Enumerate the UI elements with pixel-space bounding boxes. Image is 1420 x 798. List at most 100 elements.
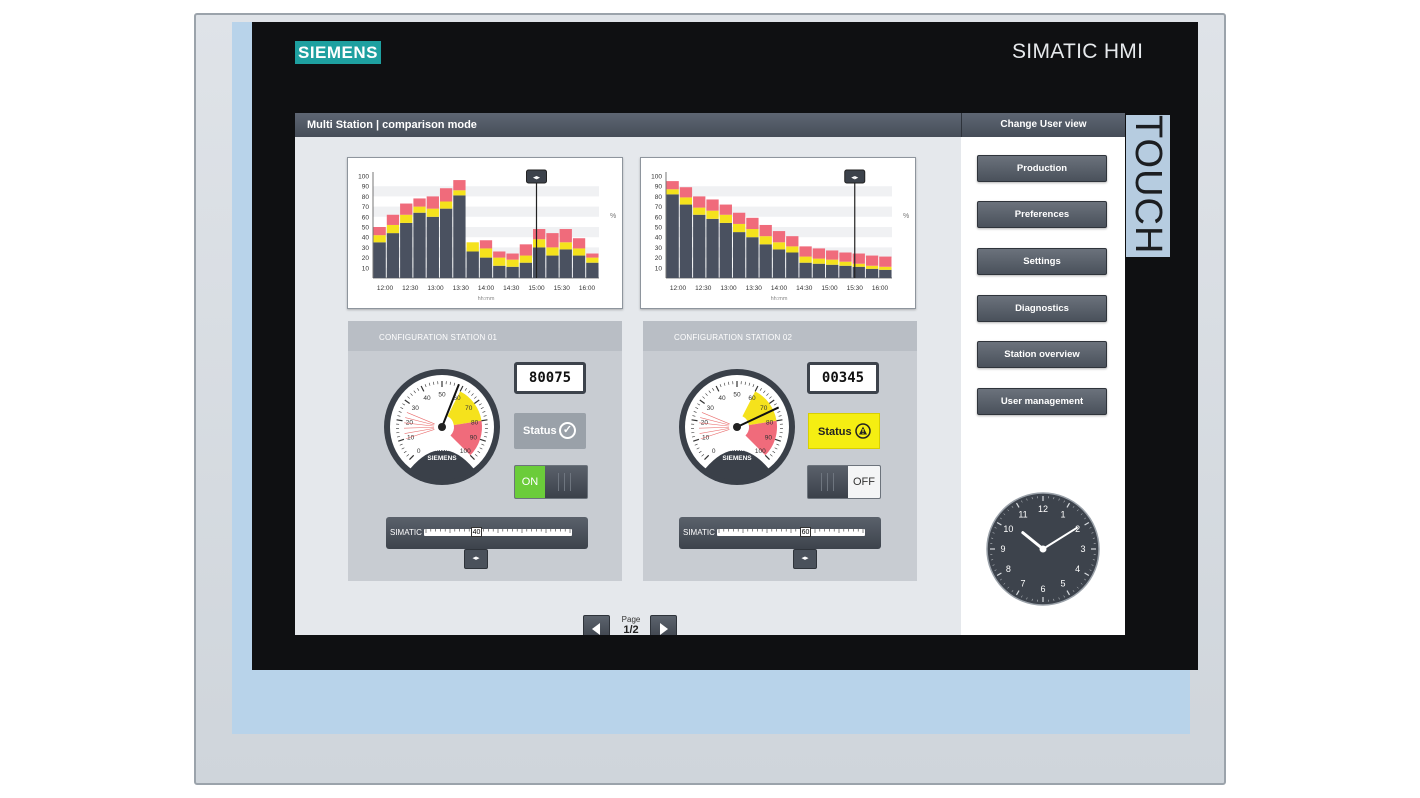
gauge-label: 100 xyxy=(460,448,471,455)
title-bar: Multi Station | comparison mode Change U… xyxy=(295,113,1125,137)
chart-bar xyxy=(533,229,546,240)
chart-station-01[interactable]: 100 90 80 70 60 50 40 30 20 10% 12:00 12:30 13:00 13:… xyxy=(347,157,623,309)
chart-bar xyxy=(719,204,732,215)
slider-track[interactable] xyxy=(717,529,865,536)
x-tick-label: 12:30 xyxy=(402,285,419,292)
chart-bar xyxy=(559,242,572,250)
chart-bar xyxy=(373,227,386,236)
gauge-label: 60 xyxy=(748,395,756,402)
clock-number: 3 xyxy=(1080,544,1085,554)
navigation-panel: Production Preferences Settings Diagnost… xyxy=(961,137,1125,635)
x-tick-label: 15:30 xyxy=(554,285,571,292)
nav-user-management-button[interactable]: User management xyxy=(977,388,1107,415)
on-off-toggle[interactable]: ON xyxy=(514,465,588,499)
page-number: 1/2 xyxy=(623,624,639,635)
on-off-toggle[interactable]: OFF xyxy=(807,465,881,499)
nav-station-overview-button[interactable]: Station overview xyxy=(977,341,1107,368)
station-panel-02: CONFIGURATION STATION 02 0 10 20 30 40 50 60 70… xyxy=(643,321,917,581)
slider-ticks xyxy=(718,529,864,533)
chart-bar xyxy=(519,244,533,256)
chart-bar xyxy=(453,195,466,278)
toggle-knob[interactable] xyxy=(545,466,587,498)
x-axis-label: hh:mm xyxy=(771,296,788,302)
nav-production-button[interactable]: Production xyxy=(977,155,1107,182)
chart-bar xyxy=(706,210,719,219)
toggle-knob[interactable] xyxy=(808,466,850,498)
kwh-gauge: 0102030405060708090100kWhSIEMENS xyxy=(679,369,795,485)
chart-bar xyxy=(453,190,466,196)
status-indicator[interactable]: Status xyxy=(808,413,880,449)
chart-bar xyxy=(772,242,786,250)
chart-bar xyxy=(812,263,826,278)
previous-page-button[interactable] xyxy=(583,615,610,635)
chart-bar xyxy=(719,222,732,278)
chart-bar xyxy=(519,262,533,278)
chart-bar xyxy=(413,198,426,207)
next-page-button[interactable] xyxy=(650,615,677,635)
clock-number: 12 xyxy=(1038,504,1048,514)
y-tick-label: 50 xyxy=(362,225,370,232)
chart-bar xyxy=(799,256,812,263)
x-tick-label: 13:30 xyxy=(746,285,763,292)
warning-icon xyxy=(855,423,871,439)
chart-bar xyxy=(572,248,586,256)
y-tick-label: 90 xyxy=(655,184,663,191)
chart-bar xyxy=(693,196,706,208)
chart-bar xyxy=(812,258,826,264)
y-tick-label: 100 xyxy=(358,174,369,181)
chart-bar xyxy=(586,262,599,278)
chart-bar xyxy=(666,181,679,190)
y-tick-label: 50 xyxy=(655,225,663,232)
chart-bar xyxy=(786,246,799,253)
y-unit-label: % xyxy=(610,213,616,220)
chart-bar xyxy=(559,249,572,278)
status-indicator[interactable]: Status ✓ xyxy=(514,413,586,449)
station-header: CONFIGURATION STATION 02 xyxy=(643,321,917,351)
y-tick-label: 30 xyxy=(362,245,370,252)
x-tick-label: 14:30 xyxy=(503,285,520,292)
gauge-brand: SIEMENS xyxy=(427,455,457,462)
chart-bar xyxy=(759,244,772,278)
chart-bar xyxy=(479,257,493,278)
chart-bar xyxy=(386,214,400,225)
chart-bar xyxy=(679,204,693,278)
chart-bar xyxy=(799,262,812,278)
simatic-slider[interactable]: SIMATIC 40 ◂▸ xyxy=(386,517,588,569)
chart-bar xyxy=(453,180,466,191)
chart-bar xyxy=(546,255,559,278)
clock-number: 10 xyxy=(1003,524,1013,534)
y-tick-label: 60 xyxy=(362,214,370,221)
nav-preferences-button[interactable]: Preferences xyxy=(977,201,1107,228)
chart-station-02[interactable]: 100 90 80 70 60 50 40 30 20 10% 12:00 12:30 13:00 13:… xyxy=(640,157,916,309)
y-tick-label: 70 xyxy=(655,204,663,211)
slider-handle[interactable]: ◂▸ xyxy=(793,549,817,569)
chart-bar xyxy=(426,196,439,209)
screen-title: Multi Station | comparison mode xyxy=(307,119,477,131)
simatic-slider[interactable]: SIMATIC 60 ◂▸ xyxy=(679,517,881,569)
chart-bar xyxy=(586,253,599,258)
slider-handle[interactable]: ◂▸ xyxy=(464,549,488,569)
chart-bar xyxy=(826,264,839,278)
station-header: CONFIGURATION STATION 01 xyxy=(348,321,622,351)
slider-track[interactable] xyxy=(424,529,572,536)
chart-bar xyxy=(839,261,852,266)
touch-label: TOUCH xyxy=(1127,115,1169,255)
chart-bar xyxy=(400,203,413,215)
chart-bar xyxy=(826,250,839,260)
clock-hub xyxy=(1039,545,1047,553)
gauge-label: 50 xyxy=(733,392,741,399)
chart-bar xyxy=(479,248,493,258)
gauge-label: 80 xyxy=(471,419,479,426)
chart-bar xyxy=(693,207,706,215)
gauge-hub xyxy=(438,423,446,431)
chart-bar xyxy=(786,252,799,278)
nav-settings-button[interactable]: Settings xyxy=(977,248,1107,275)
gauge-unit: kWh xyxy=(436,447,449,453)
x-tick-label: 14:00 xyxy=(478,285,495,292)
change-user-view-header[interactable]: Change User view xyxy=(961,113,1125,137)
nav-diagnostics-button[interactable]: Diagnostics xyxy=(977,295,1107,322)
chart-bar xyxy=(466,251,479,278)
chart-bar xyxy=(879,266,892,270)
chart-bar xyxy=(879,256,892,267)
gauge-label: 30 xyxy=(412,405,420,412)
